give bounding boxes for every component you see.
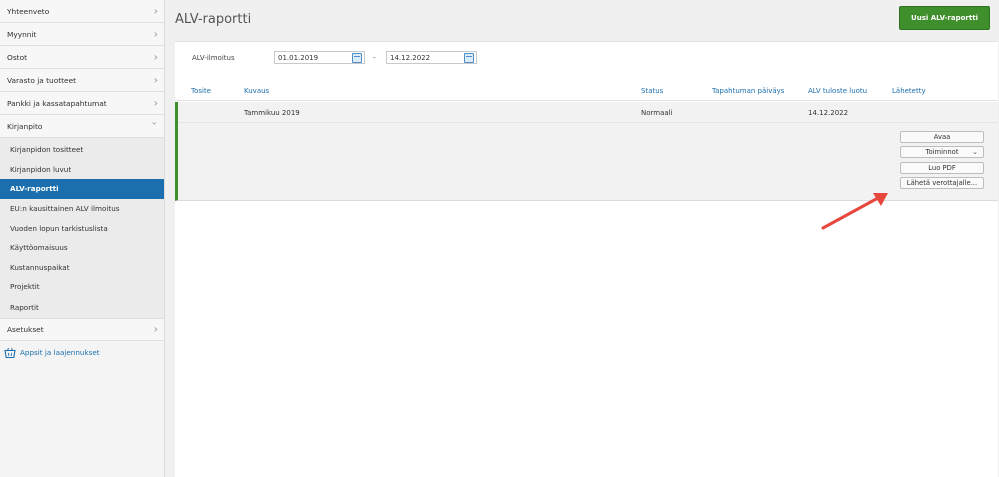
sidebar: Yhteenveto › Myynnit › Ostot › Varasto j… <box>0 0 165 477</box>
main-content: ALV-raportti Uusi ALV-raportti ALV-ilmoi… <box>166 0 999 477</box>
nav-item-label: Ostot <box>7 52 27 62</box>
create-pdf-button[interactable]: Luo PDF <box>900 162 984 174</box>
nav-item-myynnit[interactable]: Myynnit › <box>0 23 164 46</box>
send-to-tax-label: Lähetä verottajalle... <box>906 179 978 187</box>
sidebar-item-tositteet[interactable]: Kirjanpidon tositteet <box>0 140 164 160</box>
nav-item-pankki[interactable]: Pankki ja kassatapahtumat › <box>0 92 164 115</box>
chevron-right-icon: › <box>153 27 158 41</box>
open-button-label: Avaa <box>933 133 951 141</box>
date-separator: - <box>373 53 376 62</box>
sidebar-item-kayttoomaisuus[interactable]: Käyttöomaisuus <box>0 237 164 258</box>
sidebar-item-raportit[interactable]: Raportit <box>0 296 164 318</box>
report-panel: ALV-ilmoitus 01.01.2019 - 14.12.2022 Tos… <box>175 41 998 477</box>
column-header-paivays[interactable]: Tapahtuman päiväys <box>712 87 784 95</box>
basket-icon <box>4 347 16 359</box>
chevron-right-icon: › <box>153 73 158 87</box>
nav-item-label: Pankki ja kassatapahtumat <box>7 98 107 108</box>
page-title: ALV-raportti <box>175 12 252 27</box>
chevron-right-icon: › <box>153 322 158 336</box>
nav-item-varasto[interactable]: Varasto ja tuotteet › <box>0 69 164 92</box>
actions-dropdown-label: Toiminnot <box>925 148 959 156</box>
column-header-tosite[interactable]: Tosite <box>191 87 211 95</box>
nav-item-ostot[interactable]: Ostot › <box>0 46 164 69</box>
send-to-tax-button[interactable]: Lähetä verottajalle... <box>900 177 984 189</box>
sidebar-item-alv-raportti[interactable]: ALV-raportti <box>0 179 164 199</box>
chevron-right-icon: › <box>153 96 158 110</box>
date-from-value: 01.01.2019 <box>278 53 319 62</box>
apps-link[interactable]: Appsit ja laajennukset <box>0 341 164 365</box>
table-row-main[interactable]: Tammikuu 2019 Normaali 14.12.2022 <box>178 102 998 123</box>
nav-item-label: Varasto ja tuotteet <box>7 75 77 85</box>
nav-item-label: Myynnit <box>7 29 37 39</box>
sidebar-item-projektit[interactable]: Projektit <box>0 277 164 297</box>
cell-status: Normaali <box>641 109 673 117</box>
create-pdf-label: Luo PDF <box>928 164 956 172</box>
sidebar-item-eu-alv[interactable]: EU:n kausittainen ALV ilmoitus <box>0 198 164 219</box>
sidebar-item-luvut[interactable]: Kirjanpidon luvut <box>0 159 164 180</box>
calendar-icon[interactable] <box>352 53 362 63</box>
chevron-down-icon: ⌄ <box>150 117 158 128</box>
open-button[interactable]: Avaa <box>900 131 984 143</box>
apps-label: Appsit ja laajennukset <box>20 348 100 358</box>
column-header-status[interactable]: Status <box>641 87 663 95</box>
chevron-down-icon: ⌄ <box>972 148 978 156</box>
date-to-input[interactable]: 14.12.2022 <box>386 51 477 64</box>
nav-item-yhteenveto[interactable]: Yhteenveto › <box>0 0 164 23</box>
column-header-lahetetty[interactable]: Lähetetty <box>892 87 926 95</box>
table-row[interactable]: Tammikuu 2019 Normaali 14.12.2022 <box>175 102 998 201</box>
nav-item-label: Asetukset <box>7 324 44 334</box>
nav-item-label: Yhteenveto <box>7 6 50 16</box>
calendar-icon[interactable] <box>464 53 474 63</box>
table-header: Tosite Kuvaus Status Tapahtuman päiväys … <box>175 82 998 101</box>
nav-item-asetukset[interactable]: Asetukset › <box>0 317 164 341</box>
chevron-right-icon: › <box>153 4 158 18</box>
date-from-input[interactable]: 01.01.2019 <box>274 51 365 64</box>
cell-luotu: 14.12.2022 <box>808 109 849 117</box>
nav-item-kirjanpito[interactable]: Kirjanpito ⌄ <box>0 115 164 138</box>
column-header-kuvaus[interactable]: Kuvaus <box>244 87 269 95</box>
nav-item-label: Kirjanpito <box>7 121 43 131</box>
chevron-right-icon: › <box>153 50 158 64</box>
date-to-value: 14.12.2022 <box>390 53 431 62</box>
sidebar-item-kustannuspaikat[interactable]: Kustannuspaikat <box>0 257 164 278</box>
annotation-arrow-icon <box>821 193 888 230</box>
actions-dropdown[interactable]: Toiminnot ⌄ <box>900 146 984 158</box>
column-header-luotu[interactable]: ALV tuloste luotu <box>808 87 867 95</box>
new-alv-report-button[interactable]: Uusi ALV-raportti <box>899 6 990 30</box>
cell-kuvaus: Tammikuu 2019 <box>244 109 300 117</box>
filter-label: ALV-ilmoitus <box>192 54 235 62</box>
sidebar-item-tarkistuslista[interactable]: Vuoden lopun tarkistuslista <box>0 218 164 238</box>
